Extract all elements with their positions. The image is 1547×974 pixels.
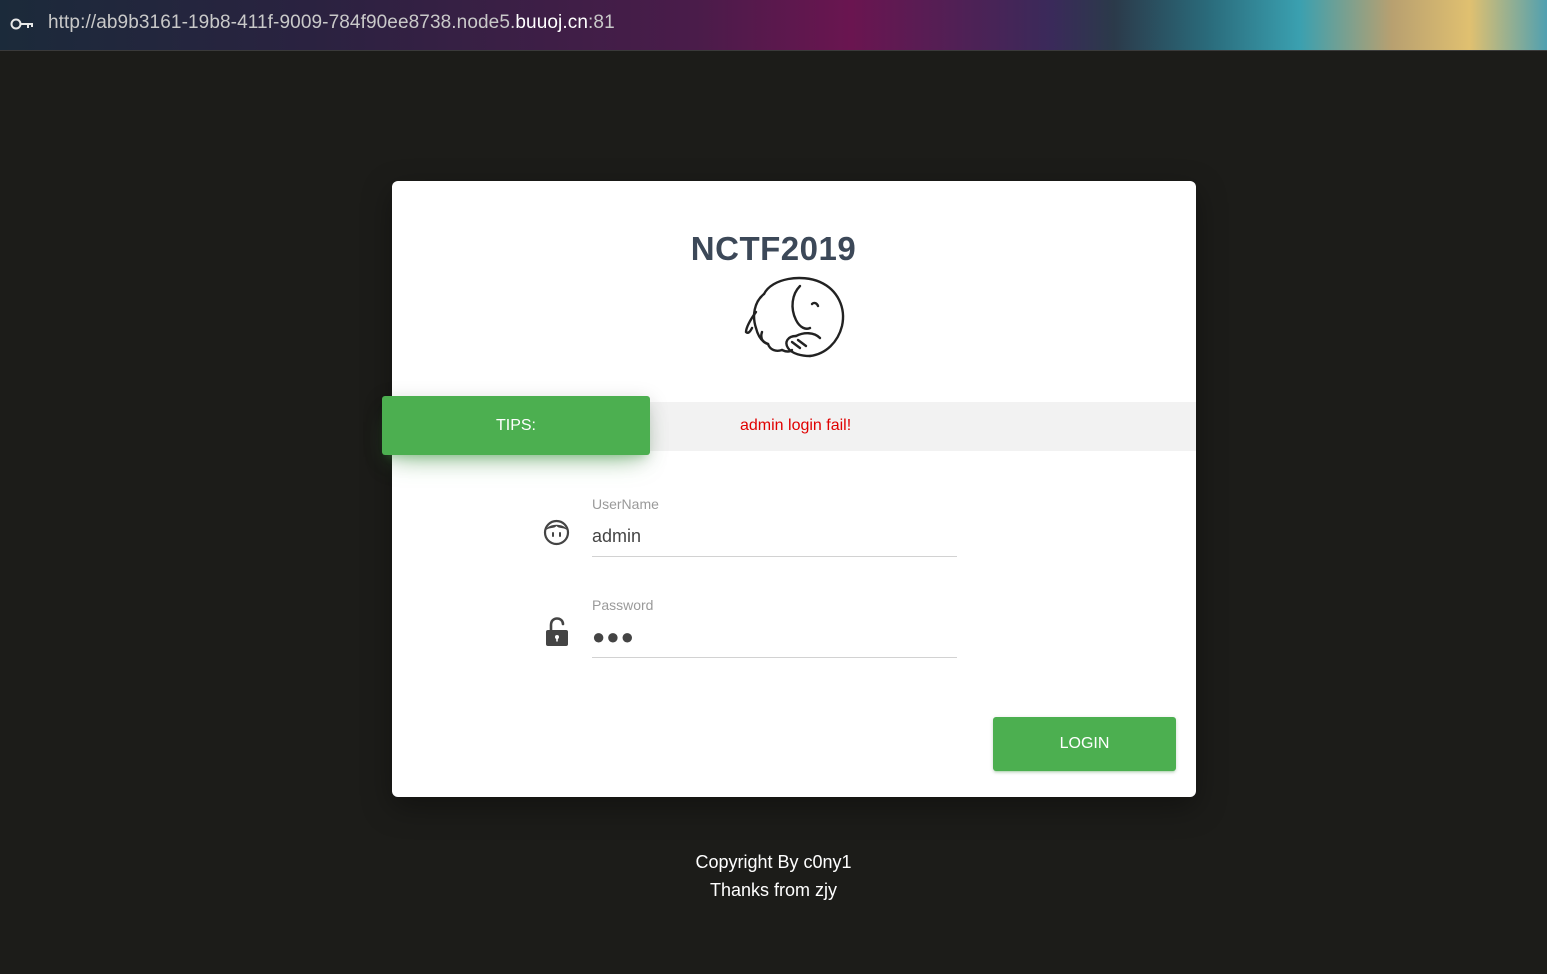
password-input[interactable]: ●●● (592, 624, 635, 650)
password-label: Password (592, 597, 654, 613)
url-port: :81 (588, 12, 615, 33)
footer-thanks: Thanks from zjy (709, 880, 838, 900)
tips-label: TIPS: (495, 416, 536, 434)
unlock-icon (546, 617, 568, 646)
url-text[interactable]: http://ab9b3161-19b8-411f-9009-784f90ee8… (48, 12, 615, 34)
face-icon (543, 519, 570, 546)
key-icon (10, 18, 33, 30)
tips-message: admin login fail! (740, 417, 852, 434)
footer-copyright: Copyright By c0ny1 (695, 852, 852, 872)
tips-badge: TIPS: (382, 396, 650, 455)
username-label: UserName (592, 496, 659, 512)
login-button[interactable]: LOGIN (993, 717, 1176, 771)
browser-url-bar[interactable]: http://ab9b3161-19b8-411f-9009-784f90ee8… (0, 0, 1547, 51)
url-prefix: http://ab9b3161-19b8-411f-9009-784f90ee8… (48, 12, 516, 33)
username-underline (592, 556, 957, 557)
page-title: NCTF2019 (690, 230, 857, 267)
username-input[interactable]: admin (592, 526, 641, 547)
url-host: buuoj.cn (515, 12, 589, 33)
password-underline (592, 657, 957, 658)
elephant-icon (744, 276, 845, 358)
